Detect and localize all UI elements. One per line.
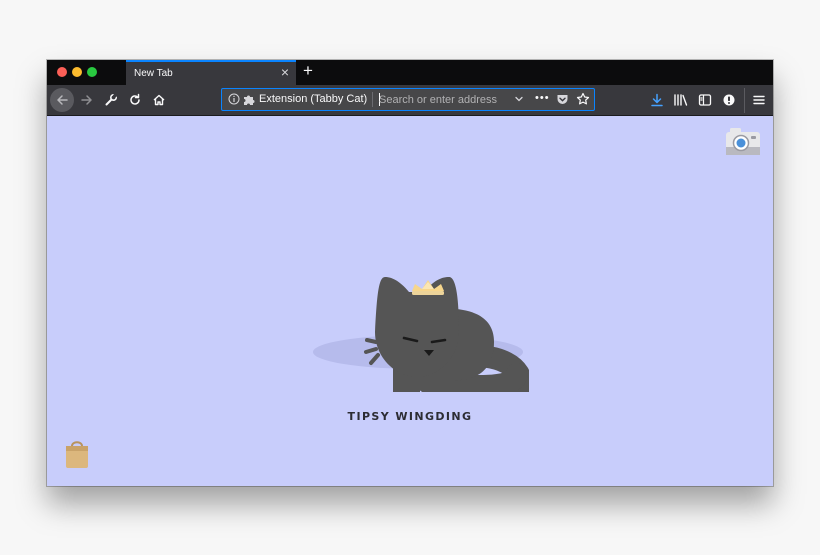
identity-label: Extension (Tabby Cat) bbox=[259, 93, 368, 105]
hamburger-menu-icon bbox=[753, 95, 765, 105]
wrench-icon bbox=[105, 93, 118, 106]
chevron-down-icon[interactable] bbox=[514, 94, 524, 104]
reload-icon bbox=[130, 93, 140, 105]
extension-icon bbox=[723, 94, 735, 106]
url-bar[interactable]: Extension (Tabby Cat) ••• bbox=[221, 88, 595, 111]
download-icon bbox=[651, 93, 663, 107]
tab-title: New Tab bbox=[134, 68, 173, 79]
title-bar: New Tab × + bbox=[47, 60, 773, 85]
reload-button[interactable] bbox=[123, 88, 147, 112]
cat-body bbox=[375, 277, 529, 392]
info-icon[interactable] bbox=[228, 93, 240, 105]
new-tab-page: TIPSY WINGDING bbox=[47, 116, 773, 486]
toolbar-divider bbox=[744, 88, 745, 113]
back-arrow-icon bbox=[57, 95, 68, 105]
zoom-window-button[interactable] bbox=[87, 67, 97, 77]
pocket-icon[interactable] bbox=[556, 93, 569, 106]
star-icon[interactable] bbox=[576, 92, 590, 106]
library-button[interactable] bbox=[670, 88, 692, 112]
tabby-cat-illustration bbox=[313, 277, 529, 392]
shopping-bag-icon[interactable] bbox=[64, 439, 90, 469]
browser-window: New Tab × + Extension (Tabby Cat) Search… bbox=[47, 60, 773, 486]
url-divider bbox=[372, 92, 373, 107]
downloads-button[interactable] bbox=[646, 88, 668, 112]
home-button[interactable] bbox=[147, 88, 171, 112]
more-icon[interactable]: ••• bbox=[535, 92, 550, 104]
search-input[interactable] bbox=[379, 91, 519, 108]
forward-button[interactable] bbox=[75, 88, 99, 112]
navigation-toolbar: Extension (Tabby Cat) ••• bbox=[47, 85, 773, 116]
puzzle-icon bbox=[244, 95, 255, 105]
sidebar-button[interactable] bbox=[694, 88, 716, 112]
new-tab-button[interactable]: + bbox=[303, 61, 313, 81]
library-icon bbox=[674, 94, 688, 106]
camera-icon[interactable] bbox=[725, 127, 761, 157]
forward-arrow-icon bbox=[81, 95, 92, 105]
back-button[interactable] bbox=[50, 88, 74, 112]
sidebar-icon bbox=[698, 94, 712, 106]
minimize-window-button[interactable] bbox=[72, 67, 82, 77]
menu-button[interactable] bbox=[748, 88, 770, 112]
tab-new-tab[interactable]: New Tab × bbox=[126, 60, 296, 85]
extension-button[interactable] bbox=[718, 88, 740, 112]
close-window-button[interactable] bbox=[57, 67, 67, 77]
home-icon bbox=[153, 94, 165, 106]
cat-name-label: TIPSY WINGDING bbox=[347, 410, 473, 423]
tab-close-icon[interactable]: × bbox=[281, 64, 289, 80]
developer-tools-button[interactable] bbox=[99, 88, 123, 112]
